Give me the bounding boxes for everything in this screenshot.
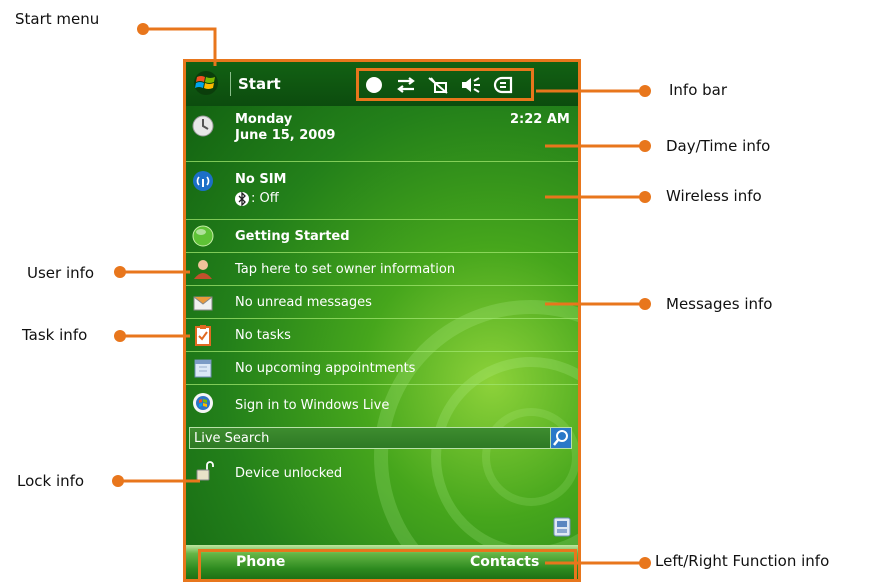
callout-start-menu: Start menu — [15, 10, 100, 28]
title-bar: Start — [186, 62, 578, 106]
owner-label: Tap here to set owner information — [235, 262, 456, 277]
battery-icon — [493, 76, 513, 94]
app-launcher-icon[interactable] — [553, 517, 571, 537]
callout-user: User info — [27, 264, 95, 282]
info-bar[interactable] — [356, 68, 534, 101]
date-label: June 15, 2009 — [235, 128, 336, 143]
device-screen: Start Monday June 15, 2009 2:22 AM No SI… — [183, 59, 581, 582]
callout-wireless: Wireless info — [666, 187, 762, 205]
messages-label: No unread messages — [235, 295, 372, 310]
getting-started-icon — [192, 225, 214, 247]
live-search-placeholder: Live Search — [194, 431, 270, 446]
windows-live-label: Sign in to Windows Live — [235, 398, 390, 413]
getting-started-row[interactable]: Getting Started — [186, 220, 578, 253]
record-icon — [366, 77, 382, 93]
messages-row[interactable]: No unread messages — [186, 286, 578, 319]
wireless-icon — [193, 171, 213, 191]
left-softkey[interactable]: Phone — [236, 554, 285, 570]
no-signal-icon — [428, 77, 448, 94]
title-separator — [230, 72, 231, 96]
lock-label: Device unlocked — [235, 466, 343, 481]
search-button[interactable] — [550, 427, 572, 449]
callout-function: Left/Right Function info — [655, 552, 830, 570]
start-menu-button[interactable]: Start — [238, 75, 281, 93]
live-search-input[interactable]: Live Search — [189, 427, 557, 449]
clock-icon — [192, 115, 214, 137]
user-icon — [194, 260, 212, 279]
windows-live-icon — [193, 393, 213, 413]
getting-started-label: Getting Started — [235, 229, 350, 244]
tasks-label: No tasks — [235, 328, 291, 343]
search-icon — [553, 430, 568, 446]
envelope-icon — [193, 296, 213, 311]
owner-row[interactable]: Tap here to set owner information — [186, 253, 578, 286]
softkey-bar: Phone Contacts — [186, 545, 578, 579]
lock-row[interactable]: Device unlocked — [186, 457, 578, 493]
windows-live-row[interactable]: Sign in to Windows Live — [186, 385, 578, 423]
right-softkey[interactable]: Contacts — [470, 554, 539, 570]
unlocked-padlock-icon — [196, 461, 214, 481]
callout-messages: Messages info — [666, 295, 773, 313]
speaker-muted-icon — [462, 77, 480, 93]
wireless-row[interactable]: No SIM : Off — [186, 162, 578, 220]
bluetooth-status: : Off — [251, 191, 279, 206]
calendar-icon — [194, 359, 212, 378]
callout-info-bar: Info bar — [669, 81, 728, 99]
sync-arrows-icon — [397, 77, 415, 93]
time-label: 2:22 AM — [510, 112, 570, 127]
day-time-row[interactable]: Monday June 15, 2009 2:22 AM — [186, 106, 578, 162]
bluetooth-icon — [235, 191, 249, 207]
callout-task: Task info — [22, 326, 88, 344]
wireless-title: No SIM — [235, 172, 287, 187]
callout-lock: Lock info — [17, 472, 85, 490]
tasks-row[interactable]: No tasks — [186, 319, 578, 352]
windows-start-icon[interactable] — [193, 71, 219, 95]
appointments-label: No upcoming appointments — [235, 361, 416, 376]
clipboard-icon — [195, 325, 211, 346]
day-label: Monday — [235, 112, 293, 127]
appointments-row[interactable]: No upcoming appointments — [186, 352, 578, 385]
callout-day-time: Day/Time info — [666, 137, 771, 155]
